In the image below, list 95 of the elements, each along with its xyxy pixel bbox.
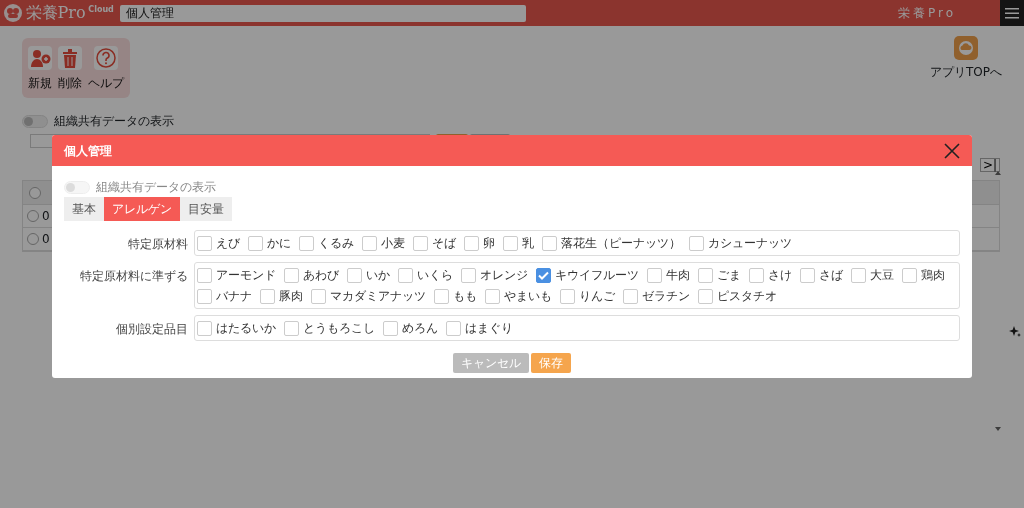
person-add-icon [29,47,51,69]
checkbox-label: とうもろこし [303,320,375,337]
checkbox-label: キウイフルーツ [555,267,639,284]
checkbox[interactable] [284,320,299,336]
checkbox[interactable] [485,288,500,304]
checkbox-label: マカダミアナッツ [330,288,426,305]
checkbox[interactable] [647,267,662,283]
checkbox-label: ピスタチオ [717,288,777,305]
checkbox-label: ごま [717,267,741,284]
checkbox[interactable] [689,235,704,251]
help-button[interactable]: ヘルプ [88,46,124,92]
row-radio[interactable] [27,233,39,245]
checkbox[interactable] [362,235,377,251]
checkbox-label: 落花生（ピーナッツ） [561,235,681,252]
checkbox-label: はたるいか [216,320,276,337]
checkbox[interactable] [197,320,212,336]
checkbox[interactable] [542,235,557,251]
checkbox[interactable] [434,288,449,304]
checkbox[interactable] [197,235,212,251]
cloud-app-icon[interactable] [954,36,978,60]
checkbox[interactable] [536,267,551,283]
checkbox[interactable] [698,267,713,283]
toggle-label: 組織共有データの表示 [95,179,216,196]
checkbox-label: 乳 [522,235,534,252]
checkbox-label: はまぐり [465,320,513,337]
check-icon [538,270,549,280]
logo-superscript: Cloud [88,4,114,16]
checkbox[interactable] [383,320,398,336]
checkbox[interactable] [503,235,518,251]
close-button[interactable] [944,142,960,159]
checkbox[interactable] [398,267,413,283]
modal-title: 個人管理 [64,142,112,160]
close-icon [944,142,960,159]
checkbox[interactable] [698,288,713,304]
checkbox-label: りんご [579,288,615,305]
checkbox[interactable] [284,267,299,283]
checkbox[interactable] [311,288,326,304]
tab[interactable]: 目安量 [180,197,232,221]
toggle-label: 組織共有データの表示 [53,113,174,130]
checkbox-label: さば [819,267,843,284]
checkbox[interactable] [623,288,638,304]
checkbox[interactable] [413,235,428,251]
checkbox-label: アーモンド [216,267,276,284]
row-radio[interactable] [27,210,39,222]
checkbox[interactable] [299,235,314,251]
checkbox[interactable] [248,235,263,251]
tab[interactable]: 基本 [64,197,104,221]
logo-text: 栄養Pro [25,5,86,21]
checkbox-label: そば [432,235,456,252]
checkbox[interactable] [260,288,275,304]
checkbox-label: かに [267,235,291,252]
table-cell-text: 0 [42,231,50,248]
checkbox-label: やまいも [504,288,552,305]
app-top-link[interactable]: アプリTOPへ [930,62,1002,81]
checkbox-label: バナナ [216,288,252,305]
checkbox-label: 牛肉 [666,267,690,284]
checkbox-label: 大豆 [870,267,894,284]
page-title-field: 個人管理 [119,4,526,22]
checkbox-label: オレンジ [480,267,528,284]
help-icon [95,47,117,69]
checkbox[interactable] [560,288,575,304]
checkbox[interactable] [347,267,362,283]
checkbox-label: くるみ [318,235,354,252]
checkbox-label: さけ [768,267,792,284]
app-name: 栄養Pro [897,5,956,22]
checkbox-label: 卵 [483,235,495,252]
checkbox-label: えび [216,235,240,252]
checkbox[interactable] [464,235,479,251]
checkbox-label: もも [453,288,477,305]
checkbox[interactable] [800,267,815,283]
checkbox-label: いくら [417,267,453,284]
checkbox-label: 小麦 [381,235,405,252]
checkbox-label: いか [366,267,390,284]
group-label: 個別設定品目 [115,321,189,338]
tab[interactable]: アレルゲン [104,197,180,221]
pager-button[interactable]: >| [979,158,1000,172]
sparkle-icon [1009,326,1021,338]
checkbox-label: 豚肉 [279,288,303,305]
group-label: 特定原材料 [127,236,189,253]
checkbox[interactable] [446,320,461,336]
checkbox-label: めろん [402,320,438,337]
checkbox[interactable] [197,288,212,304]
checkbox[interactable] [461,267,476,283]
checkbox[interactable] [902,267,917,283]
checkbox-label: 鶏肉 [921,267,945,284]
checkbox[interactable] [749,267,764,283]
menu-icon[interactable] [1005,7,1019,19]
checkbox-label: カシューナッツ [708,235,792,252]
toggle-switch[interactable] [22,114,48,128]
checkbox-label: ゼラチン [642,288,690,305]
checkbox-label: あわび [303,267,339,284]
group-label: 特定原材料に準ずる [79,268,189,285]
checkbox[interactable] [851,267,866,283]
table-cell-text: 0 [42,208,50,225]
checkbox[interactable] [197,267,212,283]
